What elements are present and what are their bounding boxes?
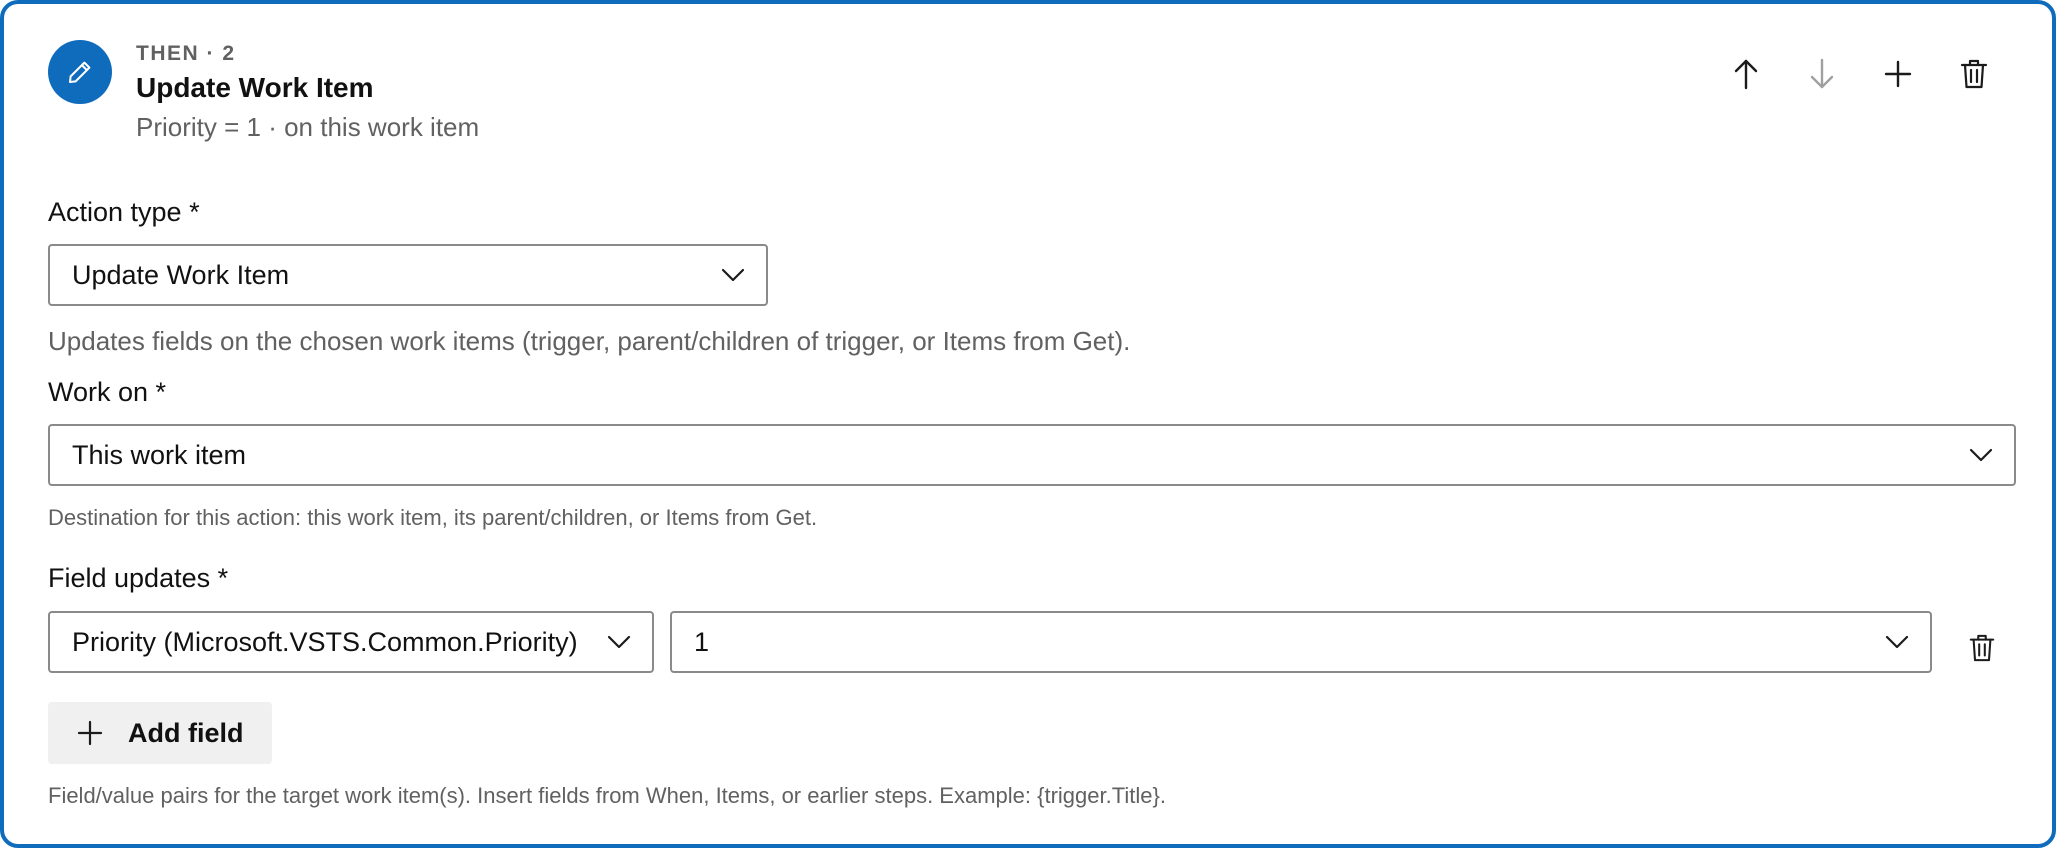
field-name-dropdown[interactable]: Priority (Microsoft.VSTS.Common.Priority…	[48, 611, 654, 673]
step-title: Update Work Item	[136, 72, 374, 103]
field-updates-label: Field updates *	[48, 563, 229, 593]
delete-step-button[interactable]	[1958, 54, 1990, 94]
work-on-dropdown[interactable]: This work item	[48, 424, 2016, 486]
chevron-down-icon	[1969, 448, 1993, 462]
add-field-button[interactable]: Add field	[48, 702, 272, 764]
move-down-button[interactable]	[1806, 54, 1838, 94]
move-up-button[interactable]	[1730, 54, 1762, 94]
trash-icon	[1969, 634, 1995, 662]
action-type-dropdown[interactable]: Update Work Item	[48, 244, 768, 306]
work-on-label: Work on *	[48, 377, 167, 407]
add-field-label: Add field	[128, 717, 244, 748]
step-toolbar	[1730, 54, 1990, 94]
field-name-value: Priority (Microsoft.VSTS.Common.Priority…	[72, 626, 578, 657]
action-type-label: Action type *	[48, 197, 200, 227]
plus-icon	[77, 720, 103, 746]
action-type-help: Updates fields on the chosen work items …	[48, 326, 1131, 356]
field-updates-help: Field/value pairs for the target work it…	[48, 783, 1166, 808]
plus-icon	[1884, 60, 1912, 88]
arrow-down-icon	[1810, 58, 1834, 89]
step-eyebrow: THEN · 2	[136, 42, 236, 65]
trash-icon	[1960, 59, 1988, 89]
field-value-value: 1	[694, 626, 710, 657]
action-type-value: Update Work Item	[72, 259, 290, 290]
delete-field-row-button[interactable]	[1964, 630, 2000, 666]
step-summary: Priority = 1 · on this work item	[136, 112, 480, 142]
add-step-button[interactable]	[1882, 54, 1914, 94]
arrow-up-icon	[1734, 59, 1758, 90]
action-card: THEN · 2 Update Work Item Priority = 1 ·…	[0, 0, 2056, 848]
work-on-value: This work item	[72, 439, 247, 470]
chevron-down-icon	[721, 268, 745, 282]
field-value-combobox[interactable]: 1	[670, 611, 1932, 673]
chevron-down-icon	[1885, 635, 1909, 649]
work-on-help: Destination for this action: this work i…	[48, 505, 818, 530]
chevron-down-icon	[607, 635, 631, 649]
pencil-icon	[48, 40, 112, 104]
